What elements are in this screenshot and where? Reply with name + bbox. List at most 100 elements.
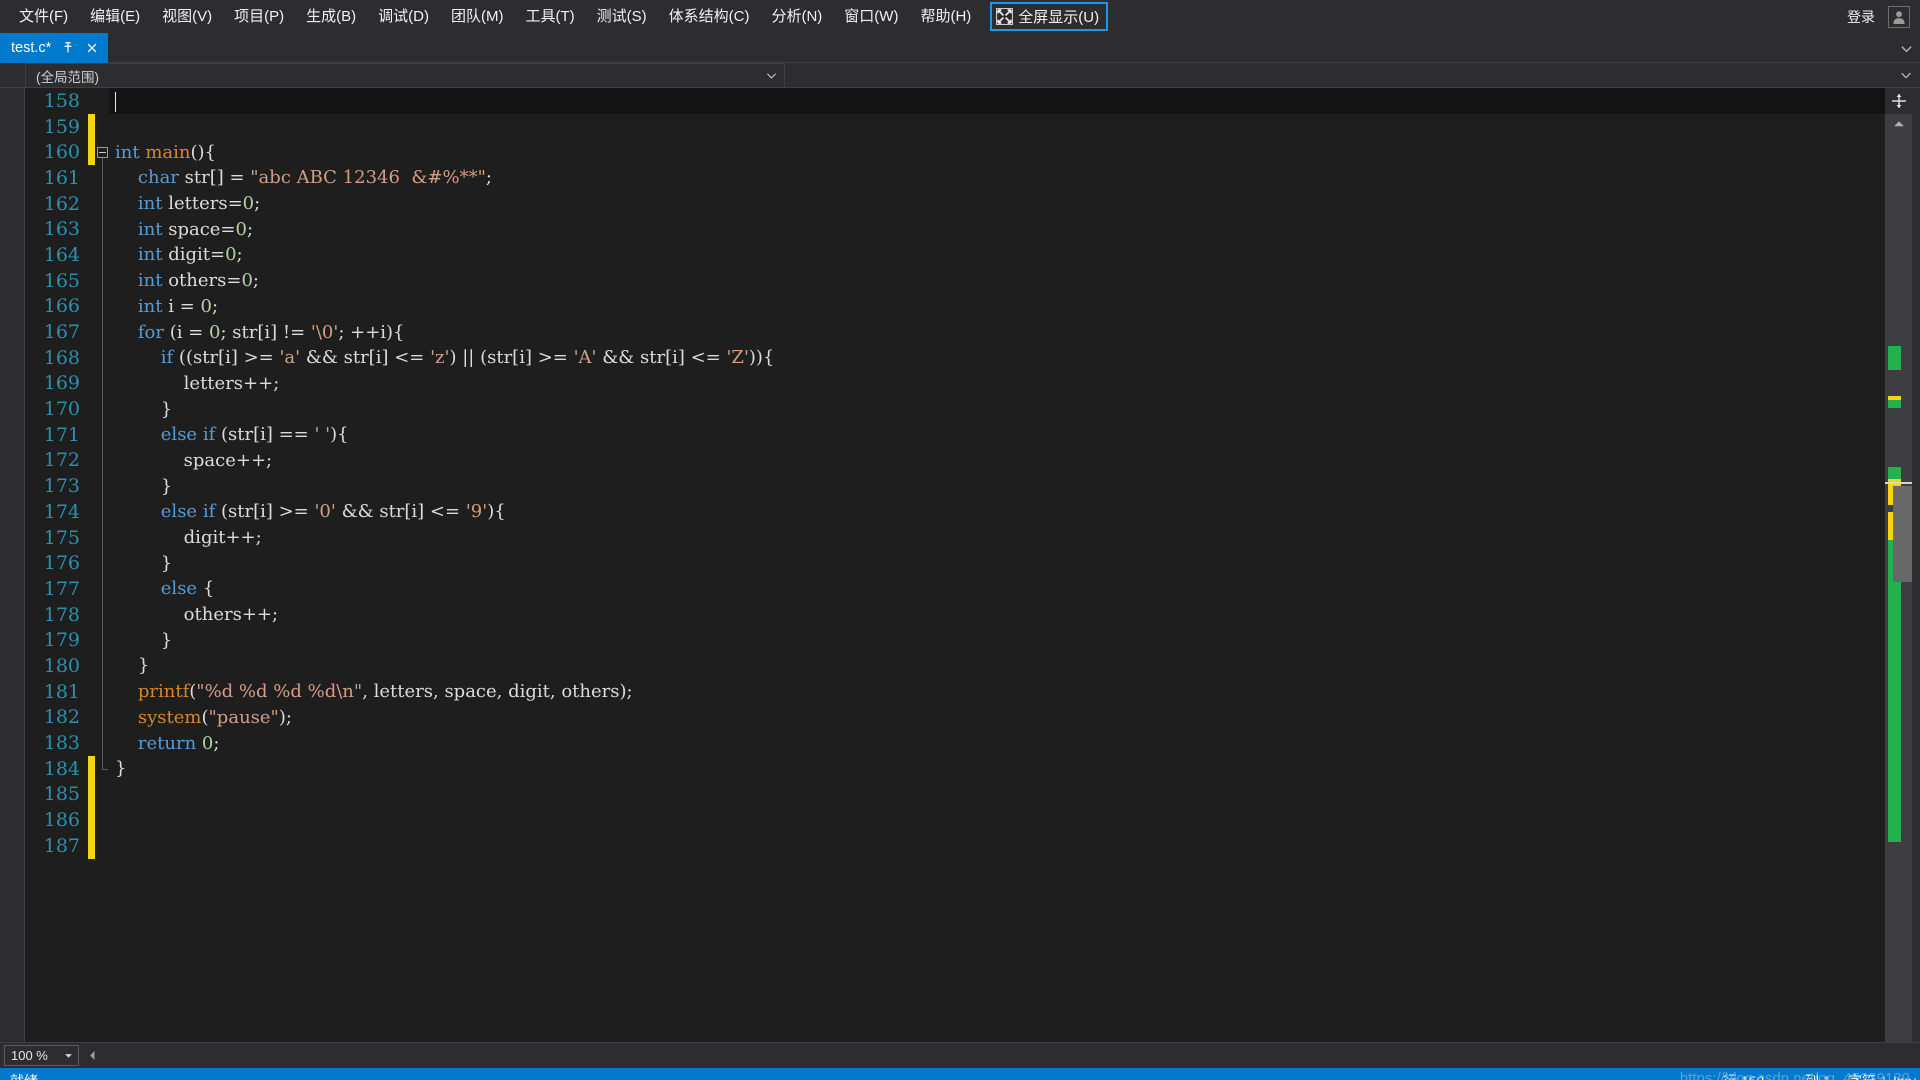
code-text[interactable]: space++;: [109, 450, 272, 471]
fold-margin[interactable]: [95, 601, 109, 628]
code-line[interactable]: 183 return 0;: [25, 730, 1885, 756]
menu-edit[interactable]: 编辑(E): [79, 4, 151, 30]
code-line[interactable]: 172 space++;: [25, 447, 1885, 474]
fold-margin[interactable]: [95, 242, 109, 268]
indicator-margin[interactable]: [0, 88, 25, 1042]
fold-margin[interactable]: [95, 576, 109, 602]
fold-margin[interactable]: [95, 730, 109, 756]
fold-margin[interactable]: [95, 678, 109, 705]
collapse-toggle-icon[interactable]: [96, 146, 108, 158]
code-line[interactable]: 161 char str[] = "abc ABC 12346 &#%**";: [25, 165, 1885, 191]
menu-view[interactable]: 视图(V): [151, 4, 223, 30]
fold-margin[interactable]: [95, 627, 109, 654]
fullscreen-command-button[interactable]: 全屏显示(U): [990, 2, 1109, 31]
code-line[interactable]: 166 int i = 0;: [25, 293, 1885, 320]
fold-margin[interactable]: [95, 421, 109, 448]
navbar-expand-button[interactable]: [1892, 63, 1920, 87]
code-line[interactable]: 175 digit++;: [25, 524, 1885, 551]
code-text[interactable]: else if (str[i] >= '0' && str[i] <= '9')…: [109, 501, 506, 522]
code-line[interactable]: 171 else if (str[i] == ' '){: [25, 421, 1885, 448]
fold-margin[interactable]: [95, 807, 109, 833]
avatar-icon[interactable]: [1888, 5, 1910, 28]
vertical-scrollbar[interactable]: [1885, 88, 1912, 1042]
fold-margin[interactable]: [95, 499, 109, 525]
code-line[interactable]: 180 }: [25, 653, 1885, 679]
code-line[interactable]: 165 int others=0;: [25, 267, 1885, 294]
code-line[interactable]: 177 else {: [25, 576, 1885, 602]
code-text[interactable]: int i = 0;: [109, 296, 218, 317]
code-text[interactable]: }: [109, 758, 126, 779]
menu-build[interactable]: 生成(B): [295, 4, 367, 30]
split-editor-icon[interactable]: [1885, 88, 1912, 114]
code-text[interactable]: printf("%d %d %d %d\n", letters, space, …: [109, 681, 633, 702]
code-text[interactable]: digit++;: [109, 527, 262, 548]
signin-link[interactable]: 登录: [1847, 7, 1875, 27]
menu-tools[interactable]: 工具(T): [514, 4, 585, 30]
fold-margin[interactable]: [95, 114, 109, 140]
scroll-up-button[interactable]: [1885, 114, 1912, 134]
code-line[interactable]: 173 }: [25, 473, 1885, 499]
code-text[interactable]: char str[] = "abc ABC 12346 &#%**";: [109, 167, 492, 188]
code-line[interactable]: 167 for (i = 0; str[i] != '\0'; ++i){: [25, 319, 1885, 345]
fold-margin[interactable]: [95, 447, 109, 474]
fold-margin[interactable]: [95, 165, 109, 191]
code-text[interactable]: int space=0;: [109, 219, 253, 240]
fold-margin[interactable]: [95, 833, 109, 859]
code-line[interactable]: 181 printf("%d %d %d %d\n", letters, spa…: [25, 678, 1885, 705]
tab-test-c[interactable]: test.c*: [0, 33, 109, 63]
menu-file[interactable]: 文件(F): [8, 4, 79, 30]
resize-grip[interactable]: [1904, 1076, 1918, 1080]
code-text[interactable]: system("pause");: [109, 707, 292, 728]
fold-margin[interactable]: [95, 370, 109, 397]
code-line[interactable]: 160 int main(){: [25, 139, 1885, 166]
tab-overflow-button[interactable]: [1899, 33, 1914, 63]
code-line[interactable]: 159: [25, 113, 1885, 140]
code-text[interactable]: others++;: [109, 604, 278, 625]
code-text[interactable]: int letters=0;: [109, 193, 260, 214]
code-text[interactable]: }: [109, 655, 149, 676]
code-line[interactable]: 164 int digit=0;: [25, 242, 1885, 268]
code-text[interactable]: }: [109, 399, 172, 420]
fold-margin[interactable]: [95, 293, 109, 320]
code-text[interactable]: else {: [109, 578, 215, 599]
pin-icon[interactable]: [60, 41, 75, 56]
code-line[interactable]: 174 else if (str[i] >= '0' && str[i] <= …: [25, 499, 1885, 525]
code-text[interactable]: else if (str[i] == ' '){: [109, 424, 349, 445]
menu-architecture[interactable]: 体系结构(C): [658, 4, 761, 30]
menu-test[interactable]: 测试(S): [586, 4, 658, 30]
code-line[interactable]: 168 if ((str[i] >= 'a' && str[i] <= 'z')…: [25, 344, 1885, 371]
fold-margin[interactable]: [95, 653, 109, 679]
code-line[interactable]: 187: [25, 832, 1885, 859]
code-line[interactable]: 178 others++;: [25, 601, 1885, 628]
code-line[interactable]: 185: [25, 781, 1885, 808]
code-line[interactable]: 186: [25, 807, 1885, 833]
fold-margin[interactable]: [95, 755, 109, 782]
fold-margin[interactable]: [95, 190, 109, 217]
fold-margin[interactable]: [95, 550, 109, 577]
code-text[interactable]: int main(){: [109, 142, 216, 163]
fold-margin[interactable]: [95, 267, 109, 294]
fold-margin[interactable]: [95, 319, 109, 345]
code-text[interactable]: return 0;: [109, 733, 220, 754]
code-line[interactable]: 169 letters++;: [25, 370, 1885, 397]
fold-margin[interactable]: [95, 88, 109, 114]
close-icon[interactable]: [84, 41, 99, 56]
horizontal-scrollbar[interactable]: [84, 1042, 1920, 1069]
code-line[interactable]: 170 }: [25, 396, 1885, 422]
zoom-level-dropdown[interactable]: 100 %: [4, 1045, 79, 1066]
menu-project[interactable]: 项目(P): [223, 4, 295, 30]
fold-margin[interactable]: [95, 139, 109, 166]
fold-margin[interactable]: [95, 782, 109, 808]
code-line[interactable]: 179 }: [25, 627, 1885, 654]
code-text[interactable]: letters++;: [109, 373, 280, 394]
code-line[interactable]: 162 int letters=0;: [25, 190, 1885, 217]
fold-margin[interactable]: [95, 344, 109, 371]
code-text[interactable]: if ((str[i] >= 'a' && str[i] <= 'z') || …: [109, 347, 775, 368]
scope-dropdown[interactable]: (全局范围): [25, 63, 785, 88]
code-line[interactable]: 182 system("pause");: [25, 704, 1885, 731]
menu-debug[interactable]: 调试(D): [367, 4, 440, 30]
menu-help[interactable]: 帮助(H): [909, 4, 982, 30]
code-text[interactable]: int digit=0;: [109, 244, 243, 265]
code-editor-surface[interactable]: 158 159 160 int main(){161 char str[] = "ab…: [25, 88, 1885, 1042]
code-line[interactable]: 163 int space=0;: [25, 216, 1885, 243]
